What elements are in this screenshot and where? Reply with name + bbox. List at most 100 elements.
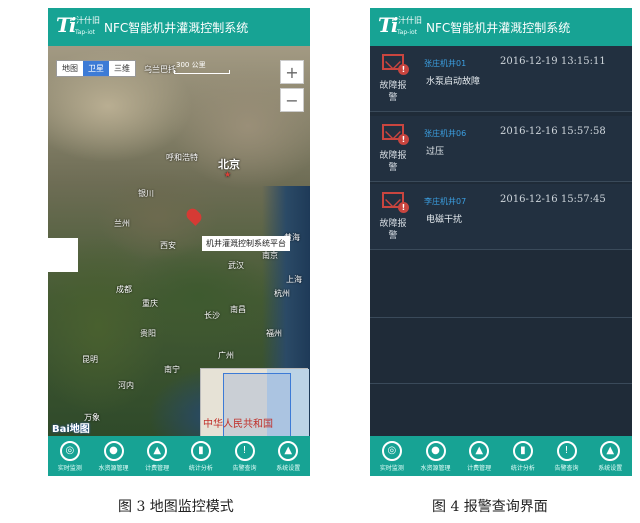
place-label: 成都	[116, 285, 132, 294]
map-scale-bar	[174, 70, 230, 74]
nav-item-billing[interactable]: ▲ 计费管理	[135, 436, 179, 476]
figure-caption: 图 4 报警查询界面	[432, 499, 548, 515]
side-drawer-tab[interactable]	[48, 238, 78, 272]
place-label: 西安	[160, 241, 176, 250]
place-label: 长沙	[204, 311, 220, 320]
place-label: 杭州	[274, 289, 290, 298]
nav-item-alarm[interactable]: ! 告警查询	[545, 436, 589, 476]
alarm-desc: 过压	[426, 147, 445, 157]
map-tab-map[interactable]: 地图	[57, 61, 83, 76]
place-label: 呼和浩特	[166, 153, 198, 162]
zoom-out-button[interactable]: −	[280, 88, 304, 112]
nav-label: 实时监测	[379, 464, 404, 472]
nav-label: 统计分析	[510, 464, 535, 472]
nav-item-billing[interactable]: ▲ 计费管理	[457, 436, 501, 476]
nav-label: 实时监测	[57, 464, 82, 472]
app-title: NFC智能机井灌溉控制系统	[104, 20, 249, 35]
bottom-nav: ◎ 实时监测 ● 水资源管理 ▲ 计费管理 ▮ 统计分析 ! 告警查询 ▲ 系统…	[48, 436, 310, 476]
logo-en: Tap-iot	[397, 29, 418, 36]
place-label: 重庆	[142, 299, 158, 308]
place-label: 南宁	[164, 365, 180, 374]
place-label: 乌兰巴托	[144, 65, 176, 74]
alarm-time: 2016-12-16 15:57:58	[500, 126, 606, 137]
device-name: 李庄机井07	[424, 197, 467, 206]
map-tab-3d[interactable]: 三维	[109, 61, 135, 76]
nav-label: 计费管理	[145, 464, 170, 472]
nav-item-water[interactable]: ● 水资源管理	[414, 436, 458, 476]
nav-item-stats[interactable]: ▮ 统计分析	[179, 436, 223, 476]
alarm-time: 2016-12-19 13:15:11	[500, 56, 606, 67]
app-header: Ti 汁什旧 Tap-iot NFC智能机井灌溉控制系统	[370, 8, 632, 46]
place-label: 武汉	[228, 261, 244, 270]
logo-mark: Ti	[56, 13, 77, 37]
nav-item-settings[interactable]: ▲ 系统设置	[266, 436, 310, 476]
map-monitor-screen: Ti 汁什旧 Tap-iot NFC智能机井灌溉控制系统 地图 卫星 三维 乌兰…	[48, 8, 310, 476]
empty-row	[370, 318, 632, 384]
nav-label: 统计分析	[188, 464, 213, 472]
logo: Ti 汁什旧 Tap-iot	[370, 8, 422, 46]
nav-label: 计费管理	[467, 464, 492, 472]
alarm-desc: 水泵启动故障	[426, 77, 481, 87]
alarm-query-screen: Ti 汁什旧 Tap-iot NFC智能机井灌溉控制系统 ! 故障报警 张庄机井…	[370, 8, 632, 476]
map-tab-satellite[interactable]: 卫星	[83, 61, 109, 76]
monitor-icon: ◎	[59, 440, 80, 461]
warning-icon: !	[234, 440, 255, 461]
map-scale-label: 300 公里	[176, 61, 206, 69]
figure-caption: 图 3 地图监控模式	[118, 499, 234, 515]
nav-item-stats[interactable]: ▮ 统计分析	[501, 436, 545, 476]
water-drop-icon: ●	[425, 440, 446, 461]
alarm-item[interactable]: ! 故障报警 李庄机井07 2016-12-16 15:57:45 电磁干扰	[370, 184, 632, 250]
alarm-type: 故障报警	[379, 151, 407, 173]
location-marker-icon[interactable]	[184, 206, 204, 226]
baidu-map-logo: Bai地图	[52, 424, 90, 435]
chart-icon: ▮	[190, 440, 211, 461]
warning-icon: !	[556, 440, 577, 461]
nav-label: 系统设置	[598, 464, 623, 472]
satellite-map[interactable]: 地图 卫星 三维 乌兰巴托 300 公里 + − 呼和浩特 北京 ★ 银川 兰州…	[48, 46, 310, 474]
alarm-type: 故障报警	[379, 81, 407, 103]
nav-item-alarm[interactable]: ! 告警查询	[223, 436, 267, 476]
place-label: 银川	[138, 189, 154, 198]
nav-item-settings[interactable]: ▲ 系统设置	[588, 436, 632, 476]
place-label: 南昌	[230, 305, 246, 314]
inset-country-label: 中华人民共和国	[203, 419, 273, 430]
bottom-nav: ◎ 实时监测 ● 水资源管理 ▲ 计费管理 ▮ 统计分析 ! 告警查询 ▲ 系统…	[370, 436, 632, 476]
alarm-item[interactable]: ! 故障报警 张庄机井01 2016-12-19 13:15:11 水泵启动故障	[370, 46, 632, 112]
chart-icon: ▮	[512, 440, 533, 461]
device-name: 张庄机井01	[424, 59, 467, 68]
monitor-icon: ◎	[381, 440, 402, 461]
nav-label: 系统设置	[276, 464, 301, 472]
nav-item-monitor[interactable]: ◎ 实时监测	[370, 436, 414, 476]
exclamation-icon: !	[398, 134, 409, 145]
nav-item-monitor[interactable]: ◎ 实时监测	[48, 436, 92, 476]
place-label: 广州	[218, 351, 234, 360]
alarm-type: 故障报警	[379, 219, 407, 241]
capital-star-icon: ★	[224, 170, 232, 179]
user-billing-icon: ▲	[469, 440, 490, 461]
nav-item-water[interactable]: ● 水资源管理	[92, 436, 136, 476]
logo: Ti 汁什旧 Tap-iot	[48, 8, 100, 46]
place-label: 上海	[286, 275, 302, 284]
user-billing-icon: ▲	[147, 440, 168, 461]
nav-label: 告警查询	[554, 464, 579, 472]
nav-label: 告警查询	[232, 464, 257, 472]
platform-callout[interactable]: 机井灌溉控制系统平台	[202, 236, 290, 251]
place-label: 贵阳	[140, 329, 156, 338]
logo-cn: 汁什旧	[76, 16, 100, 25]
alarm-desc: 电磁干扰	[426, 215, 463, 225]
logo-en: Tap-iot	[75, 29, 96, 36]
empty-row	[370, 252, 632, 318]
alarm-time: 2016-12-16 15:57:45	[500, 194, 606, 205]
alarm-item[interactable]: ! 故障报警 张庄机井06 2016-12-16 15:57:58 过压	[370, 116, 632, 182]
app-header: Ti 汁什旧 Tap-iot NFC智能机井灌溉控制系统	[48, 8, 310, 46]
zoom-in-button[interactable]: +	[280, 60, 304, 84]
place-label: 南京	[262, 251, 278, 260]
alarm-list[interactable]: ! 故障报警 张庄机井01 2016-12-19 13:15:11 水泵启动故障…	[370, 46, 632, 450]
nav-label: 水资源管理	[420, 464, 451, 472]
app-title: NFC智能机井灌溉控制系统	[426, 20, 571, 35]
logo-cn: 汁什旧	[398, 16, 422, 25]
place-label: 福州	[266, 329, 282, 338]
exclamation-icon: !	[398, 202, 409, 213]
nav-label: 水资源管理	[98, 464, 129, 472]
place-label: 河内	[118, 381, 134, 390]
